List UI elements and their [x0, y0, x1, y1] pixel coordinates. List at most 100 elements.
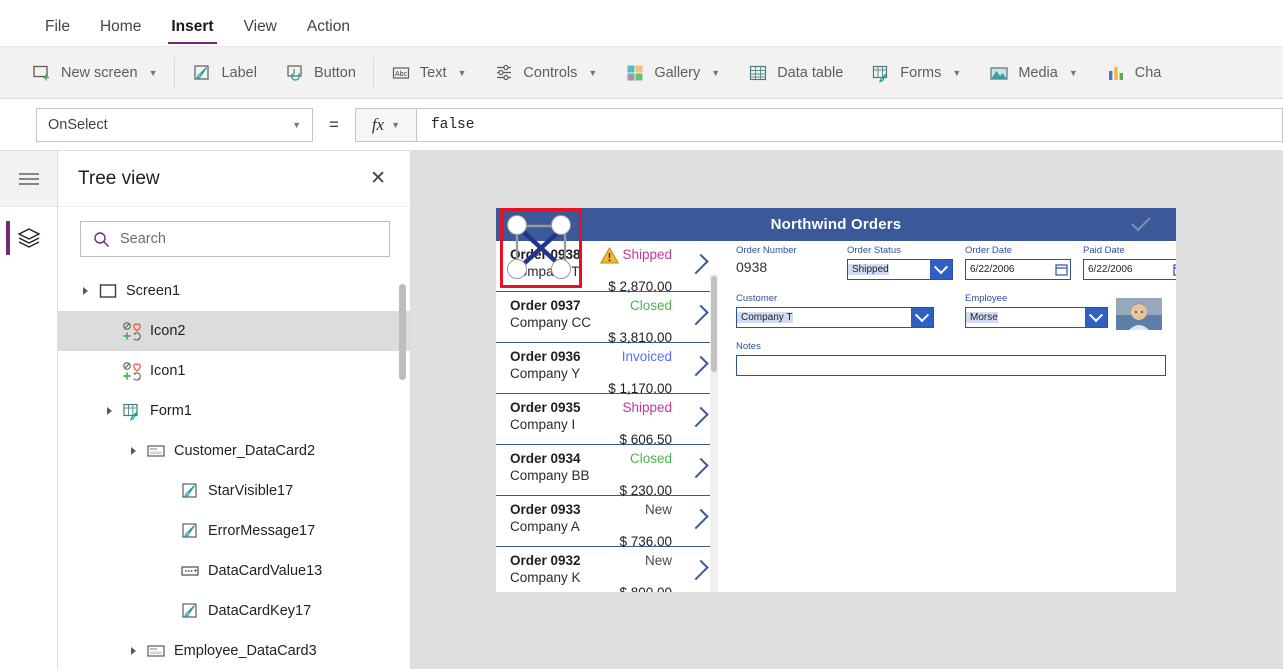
- ribbon-controls[interactable]: Controls ▼: [480, 53, 611, 93]
- chevron-down-icon[interactable]: [911, 308, 933, 327]
- tree-node-employee-datacard3[interactable]: Employee_DataCard3: [58, 631, 410, 669]
- form-icon: [123, 403, 138, 421]
- menu-item-insert[interactable]: Insert: [156, 0, 228, 49]
- new-screen-icon: [33, 65, 49, 80]
- gallery-scrollbar[interactable]: [710, 274, 718, 592]
- field-paid-date: Paid Date 6/22/2006: [1083, 245, 1176, 280]
- equals-sign: =: [329, 114, 339, 134]
- order-date-value: 6/22/2006: [970, 264, 1015, 275]
- menu-item-view[interactable]: View: [229, 0, 292, 49]
- order-number: Order 0938: [510, 247, 581, 262]
- chevron-down-icon[interactable]: [1085, 308, 1107, 327]
- ribbon-gallery[interactable]: Gallery ▼: [611, 53, 734, 93]
- tree-node-label: DataCardValue13: [208, 563, 323, 579]
- field-label: Order Date: [965, 245, 1012, 256]
- field-order-number: Order Number 0938: [736, 245, 826, 275]
- menu-item-action[interactable]: Action: [292, 0, 365, 49]
- rail-item-tree-view[interactable]: [0, 207, 57, 269]
- ribbon-charts[interactable]: Cha: [1092, 53, 1176, 93]
- order-date-input[interactable]: 6/22/2006: [965, 259, 1071, 280]
- orders-gallery[interactable]: Order 0938 Shipped Company T $ 2,870.00: [496, 241, 718, 592]
- icon-set-icon: [123, 362, 141, 381]
- order-status: New: [644, 553, 672, 568]
- field-label: Order Status: [847, 245, 901, 256]
- tree-search-container: Search: [58, 207, 410, 271]
- tree-node-form1[interactable]: Form1: [58, 391, 410, 431]
- field-label: Customer: [736, 293, 778, 304]
- order-amount: $ 800.00: [619, 585, 672, 592]
- ribbon-label[interactable]: Label: [178, 53, 270, 93]
- order-status: Closed: [629, 451, 672, 466]
- chevron-down-icon: ▼: [952, 67, 962, 78]
- formula-bar: OnSelect ▼ = fx ▼ false: [0, 99, 1283, 151]
- gallery-row[interactable]: Order 0936 Invoiced Company Y $ 1,170.00: [496, 343, 718, 396]
- paid-date-value: 6/22/2006: [1088, 264, 1133, 275]
- checkmark-icon[interactable]: [1128, 214, 1154, 234]
- property-selector[interactable]: OnSelect ▼: [36, 107, 313, 142]
- menu-item-file[interactable]: File: [30, 0, 85, 49]
- calendar-icon[interactable]: [1055, 263, 1068, 276]
- gallery-row[interactable]: Order 0935 Shipped Company I $ 606.50: [496, 394, 718, 447]
- tree-scrollbar-thumb[interactable]: [399, 284, 406, 380]
- gallery-scrollbar-thumb[interactable]: [711, 276, 717, 372]
- gallery-row[interactable]: Order 0934 Closed Company BB $ 230.00: [496, 445, 718, 498]
- chevron-down-icon: ▼: [711, 67, 721, 78]
- order-number: Order 0935: [510, 400, 581, 415]
- ribbon-media[interactable]: Media ▼: [975, 53, 1091, 93]
- order-status-dropdown[interactable]: Shipped: [847, 259, 953, 280]
- hamburger-menu-button[interactable]: [0, 151, 57, 207]
- menu-bar: File Home Insert View Action: [0, 0, 1283, 47]
- menu-item-home[interactable]: Home: [85, 0, 156, 49]
- gallery-row[interactable]: Order 0938 Shipped Company T $ 2,870.00: [496, 241, 718, 294]
- gallery-row[interactable]: Order 0937 Closed Company CC $ 3,810.00: [496, 292, 718, 345]
- tree-node-label: Employee_DataCard3: [174, 643, 317, 659]
- tree-node-starvisible17[interactable]: StarVisible17: [58, 471, 410, 511]
- ribbon-forms[interactable]: Forms ▼: [857, 53, 975, 93]
- order-company: Company Y: [510, 366, 581, 381]
- ribbon-data-table[interactable]: Data table: [734, 53, 857, 93]
- ribbon-text[interactable]: Abc Text ▼: [377, 53, 481, 93]
- order-status-value: Shipped: [848, 264, 889, 275]
- expander-toggle[interactable]: [80, 287, 90, 295]
- tree-node-datacardvalue13[interactable]: DataCardValue13: [58, 551, 410, 591]
- data-table-icon: [750, 65, 767, 80]
- customer-dropdown[interactable]: Company T: [736, 307, 934, 328]
- expander-toggle[interactable]: [104, 407, 114, 415]
- gallery-row[interactable]: Order 0932 New Company K $ 800.00: [496, 547, 718, 592]
- datacard-icon: [147, 645, 165, 657]
- tree-node-datacardkey17[interactable]: DataCardKey17: [58, 591, 410, 631]
- employee-dropdown[interactable]: Morse: [965, 307, 1108, 328]
- ribbon-new-screen[interactable]: New screen ▼: [18, 53, 171, 93]
- chevron-down-icon: ▼: [292, 119, 301, 130]
- ribbon-button[interactable]: Button: [271, 53, 370, 93]
- order-number: Order 0934: [510, 451, 581, 466]
- order-company: Company BB: [510, 468, 590, 483]
- tree-node-icon2[interactable]: Icon2: [58, 311, 410, 351]
- tree-node-label: Screen1: [126, 283, 181, 299]
- order-number: Order 0936: [510, 349, 581, 364]
- field-label: Paid Date: [1083, 245, 1125, 256]
- search-input[interactable]: Search: [80, 221, 390, 257]
- close-icon[interactable]: ✕: [364, 165, 392, 192]
- order-status: Shipped: [622, 400, 672, 415]
- field-order-status: Order Status Shipped: [847, 245, 953, 280]
- tree-node-errormessage17[interactable]: ErrorMessage17: [58, 511, 410, 551]
- notes-input[interactable]: [736, 355, 1166, 376]
- paid-date-input[interactable]: 6/22/2006: [1083, 259, 1176, 280]
- left-rail: [0, 151, 58, 669]
- expander-toggle[interactable]: [128, 647, 138, 655]
- calendar-icon[interactable]: [1173, 263, 1176, 276]
- formula-input[interactable]: false: [416, 107, 1283, 142]
- chevron-down-icon[interactable]: [930, 260, 952, 279]
- chevron-down-icon: ▼: [588, 67, 598, 78]
- tree-node-icon1[interactable]: Icon1: [58, 351, 410, 391]
- tree-view-header: Tree view ✕: [58, 151, 410, 207]
- gallery-row[interactable]: Order 0933 New Company A $ 736.00: [496, 496, 718, 549]
- tree-node-customer-datacard2[interactable]: Customer_DataCard2: [58, 431, 410, 471]
- fx-button[interactable]: fx ▼: [354, 107, 417, 142]
- employee-photo: [1116, 298, 1162, 330]
- tree-node-label: Customer_DataCard2: [174, 443, 316, 459]
- expander-toggle[interactable]: [128, 447, 138, 455]
- ribbon-gallery-label: Gallery: [654, 64, 701, 81]
- tree-node-screen1[interactable]: Screen1: [58, 271, 410, 311]
